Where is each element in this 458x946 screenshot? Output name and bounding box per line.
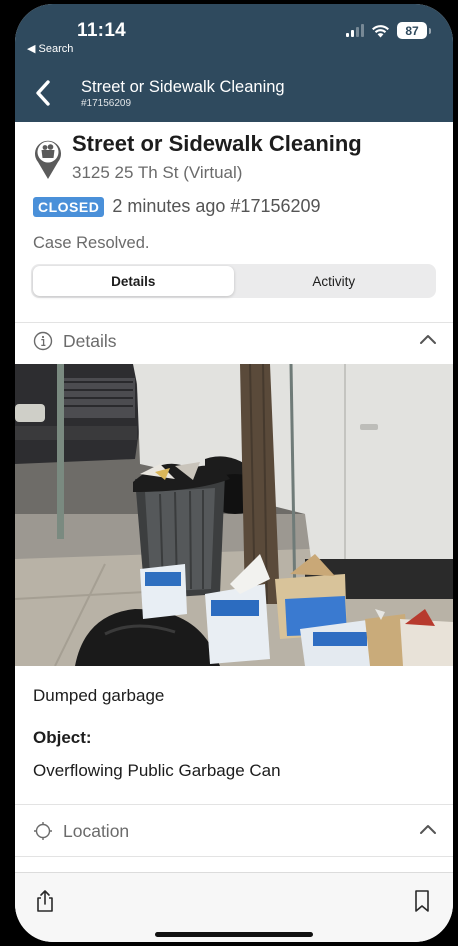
home-indicator	[155, 932, 313, 937]
back-chevron-icon[interactable]	[35, 80, 51, 106]
divider	[15, 804, 453, 805]
case-address: 3125 25 Th St (Virtual)	[72, 163, 243, 182]
location-icon	[34, 822, 52, 840]
description-text: Dumped garbage	[33, 686, 165, 705]
case-photo-image	[15, 364, 453, 666]
nav-subtitle: #17156209	[81, 98, 132, 109]
nav-title: Street or Sidewalk Cleaning	[81, 78, 285, 96]
status-meta: 2 minutes ago #17156209	[112, 196, 321, 216]
case-title: Street or Sidewalk Cleaning	[72, 131, 362, 156]
navigation-bar: 11:14 ◀ Search 87 Street or Sidewalk Cle…	[15, 4, 453, 122]
wifi-icon	[372, 24, 389, 37]
case-pin-icon	[35, 140, 61, 179]
info-icon	[33, 331, 53, 351]
app-screen: 11:14 ◀ Search 87 Street or Sidewalk Cle…	[15, 4, 453, 942]
phone-frame: 11:14 ◀ Search 87 Street or Sidewalk Cle…	[0, 0, 458, 946]
tab-activity[interactable]: Activity	[234, 266, 435, 296]
status-badge: CLOSED	[33, 196, 105, 217]
battery-icon: 87	[397, 22, 427, 39]
location-section-header[interactable]: Location	[33, 816, 437, 846]
divider	[15, 322, 453, 323]
signal-icon	[346, 24, 364, 37]
divider	[15, 856, 453, 857]
status-time: 11:14	[77, 20, 127, 41]
status-indicators: 87	[346, 22, 431, 39]
tab-details[interactable]: Details	[33, 266, 234, 296]
details-section-header[interactable]: Details	[33, 326, 437, 356]
bookmark-icon[interactable]	[413, 889, 431, 913]
object-label: Object:	[33, 728, 92, 747]
case-photo[interactable]	[15, 364, 453, 666]
details-section-label: Details	[63, 330, 117, 351]
back-to-search-link[interactable]: ◀ Search	[27, 42, 73, 55]
tab-switcher: Details Activity	[31, 264, 436, 298]
chevron-up-icon[interactable]	[419, 333, 437, 345]
resolution-text: Case Resolved.	[33, 234, 150, 252]
location-section-label: Location	[63, 820, 130, 841]
object-value: Overflowing Public Garbage Can	[33, 761, 281, 780]
status-row: CLOSED 2 minutes ago #17156209	[33, 196, 321, 217]
chevron-up-icon[interactable]	[419, 823, 437, 835]
battery-tip	[429, 27, 431, 34]
share-icon[interactable]	[35, 889, 55, 913]
